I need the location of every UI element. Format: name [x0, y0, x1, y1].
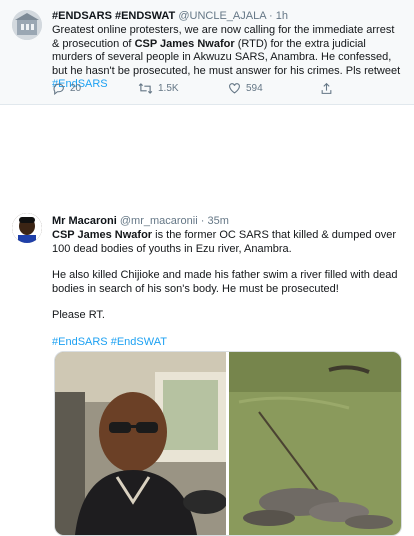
share-button[interactable] [320, 82, 333, 95]
handle[interactable]: @UNCLE_AJALA [178, 10, 266, 22]
hashtag-link[interactable]: #EndSARS #EndSWAT [52, 336, 404, 350]
tweet-header: Mr Macaroni @mr_macaronii · 35m [52, 214, 229, 228]
tweet-text: CSP James Nwafor is the former OC SARS t… [52, 229, 404, 362]
reply-button[interactable]: 20 [52, 82, 81, 95]
avatar[interactable] [12, 213, 42, 243]
retweet-button[interactable]: 1.5K [138, 82, 179, 95]
display-name[interactable]: #ENDSARS #ENDSWAT [52, 10, 175, 22]
photo-river[interactable] [229, 352, 401, 535]
share-icon [321, 82, 332, 94]
like-icon [229, 83, 240, 94]
reply-count: 20 [70, 83, 82, 94]
avatar-image [12, 10, 42, 40]
handle[interactable]: @mr_macaronii [120, 215, 198, 227]
tweet-header: #ENDSARS #ENDSWAT @UNCLE_AJALA · 1h [52, 9, 288, 23]
separator: · [200, 215, 205, 227]
timestamp[interactable]: 1h [276, 10, 288, 22]
bold-name: CSP James Nwafor [134, 37, 235, 50]
like-button[interactable]: 594 [228, 82, 263, 94]
paragraph: He also killed Chijioke and made his fat… [52, 269, 398, 295]
retweet-icon [138, 83, 153, 94]
photo-man-in-car[interactable] [55, 352, 226, 535]
retweet-count: 1.5K [158, 83, 179, 94]
paragraph: Please RT. [52, 309, 105, 321]
avatar-image [12, 213, 42, 243]
bold-name: CSP James Nwafor [52, 229, 153, 241]
avatar[interactable] [12, 10, 42, 40]
paragraph: CSP James Nwafor is the former OC SARS t… [52, 229, 404, 256]
timestamp[interactable]: 35m [207, 215, 228, 227]
tweet-actions: 20 1.5K 594 [52, 82, 352, 98]
separator: · [268, 10, 273, 22]
like-count: 594 [246, 82, 263, 94]
media-gallery[interactable] [54, 351, 402, 536]
display-name[interactable]: Mr Macaroni [52, 215, 117, 227]
tweet-card-1[interactable]: #ENDSARS #ENDSWAT @UNCLE_AJALA · 1h Grea… [0, 0, 414, 105]
reply-icon [53, 83, 64, 95]
